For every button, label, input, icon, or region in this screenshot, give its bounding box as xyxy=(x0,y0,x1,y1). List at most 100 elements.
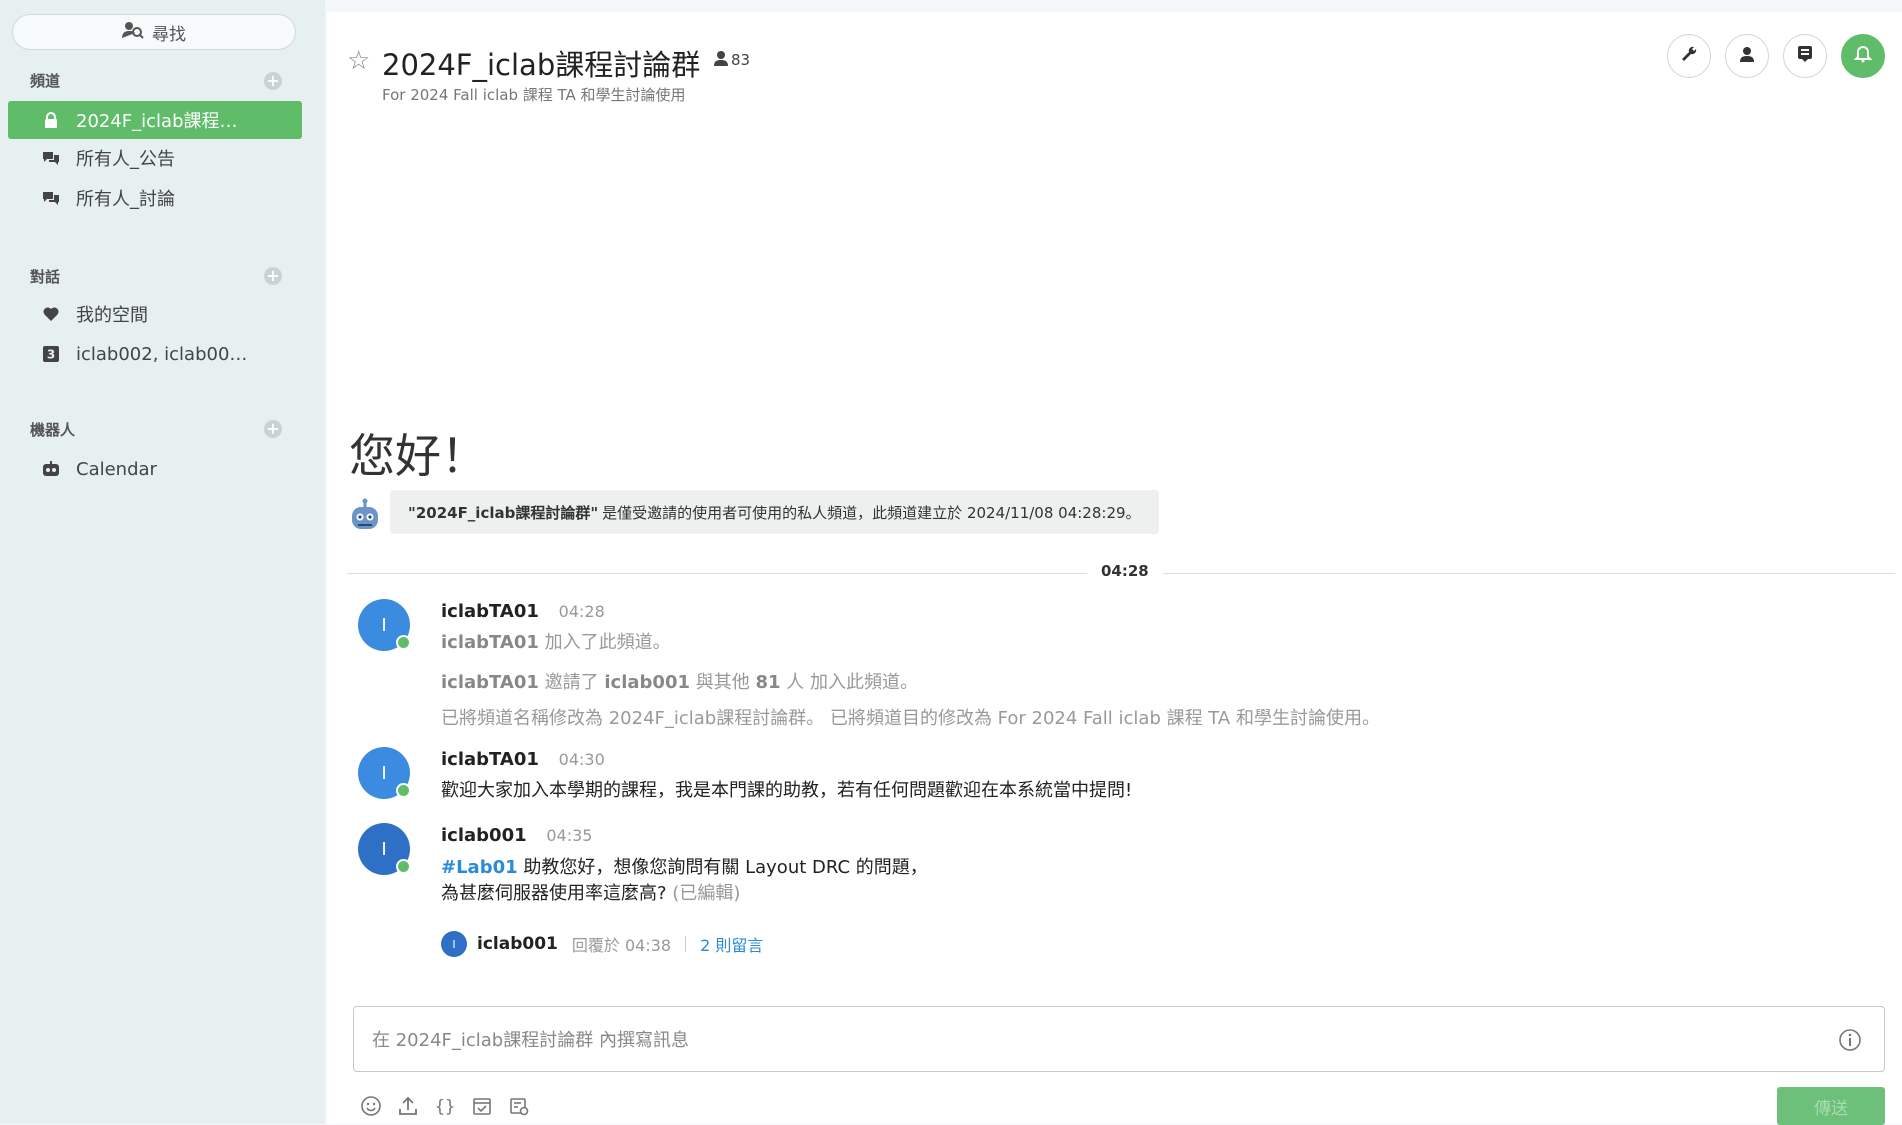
intro-text: 是僅受邀請的使用者可使用的私人頻道，此頻道建立於 2024/11/08 04:2… xyxy=(602,503,1141,522)
sidebar-item-group-conversation[interactable]: 3 iclab002, iclab00… xyxy=(8,335,302,373)
send-button[interactable]: 傳送 xyxy=(1777,1087,1885,1125)
reply-avatar: I xyxy=(441,931,467,957)
section-title-conversations: 對話 xyxy=(30,268,61,286)
online-status-dot xyxy=(396,635,411,650)
avatar[interactable]: I xyxy=(358,747,411,799)
hashtag-link[interactable]: #Lab01 xyxy=(441,857,518,878)
reply-count-link[interactable]: 2 則留言 xyxy=(700,932,763,956)
chat-icon xyxy=(42,149,60,167)
section-title-bots: 機器人 xyxy=(30,421,76,439)
system-text: 與其他 xyxy=(695,672,750,693)
message-username[interactable]: iclabTA01 xyxy=(441,749,539,770)
welcome-heading: 您好！ xyxy=(349,429,487,483)
svg-text:3: 3 xyxy=(47,348,55,362)
chat-panel: ☆ 2024F_iclab課程討論群 83 For 2024 Fall icla… xyxy=(327,12,1902,1125)
system-message: iclabTA01 邀請了 iclab001 與其他 81 人 加入此頻道。 xyxy=(441,668,918,694)
sidebar-item-channel-iclab[interactable]: 2024F_iclab課程… xyxy=(8,101,302,139)
message-input[interactable] xyxy=(370,1007,1814,1073)
edited-label: (已編輯) xyxy=(672,883,741,904)
upload-icon[interactable] xyxy=(396,1094,420,1118)
message-username[interactable]: iclab001 xyxy=(441,825,527,846)
pinned-button[interactable] xyxy=(1783,34,1827,78)
vote-icon[interactable] xyxy=(507,1094,531,1118)
wrench-icon xyxy=(1680,45,1698,67)
message-header: iclabTA01 04:30 xyxy=(441,749,605,770)
settings-wrench-button[interactable] xyxy=(1667,34,1711,78)
channel-intro-message: "2024F_iclab課程討論群" 是僅受邀請的使用者可使用的私人頻道，此頻道… xyxy=(390,490,1159,534)
add-channel-button[interactable]: + xyxy=(264,72,282,90)
system-text: 人 加入此頻道。 xyxy=(786,672,918,693)
avatar-initial: I xyxy=(381,838,387,860)
system-text: 加入了此頻道。 xyxy=(544,632,671,653)
sidebar-item-calendar-bot[interactable]: Calendar xyxy=(8,450,302,488)
info-icon[interactable] xyxy=(1838,1028,1862,1056)
sidebar-item-label: 所有人_公告 xyxy=(76,149,175,170)
member-count-value: 83 xyxy=(731,51,751,69)
avatar-initial: I xyxy=(381,762,387,784)
bell-icon xyxy=(1853,45,1873,67)
pin-note-icon xyxy=(1797,45,1813,67)
search-button[interactable]: 尋找 xyxy=(12,14,296,50)
section-title-channels: 頻道 xyxy=(30,72,61,90)
message-body: 歡迎大家加入本學期的課程，我是本門課的助教，若有任何問題歡迎在本系統當中提問! xyxy=(441,780,1133,801)
system-text: 邀請了 xyxy=(544,672,599,693)
add-bot-button[interactable]: + xyxy=(264,420,282,438)
add-conversation-button[interactable]: + xyxy=(264,267,282,285)
system-message: 已將頻道名稱修改為 2024F_iclab課程討論群。 已將頻道目的修改為 Fo… xyxy=(441,704,1380,730)
online-status-dot xyxy=(396,783,411,798)
divider-time: 04:28 xyxy=(1087,562,1163,580)
system-count: 81 xyxy=(755,672,781,693)
system-message: iclabTA01 加入了此頻道。 xyxy=(441,628,671,654)
sidebar-item-channel-announcements[interactable]: 所有人_公告 xyxy=(8,139,302,177)
composer-toolbar: {} xyxy=(359,1094,531,1118)
search-user-icon xyxy=(122,20,144,45)
thread-reply-row[interactable]: I iclab001 回覆於 04:38 2 則留言 xyxy=(441,931,763,957)
message-username[interactable]: iclabTA01 xyxy=(441,601,539,622)
message-body: 為甚麼伺服器使用率這麼高? (已編輯) xyxy=(441,879,740,905)
sidebar-item-channel-discussion[interactable]: 所有人_討論 xyxy=(8,179,302,217)
message-composer xyxy=(353,1006,1885,1073)
message-header: iclab001 04:35 xyxy=(441,825,592,846)
intro-channel-name: "2024F_iclab課程討論群" xyxy=(408,503,599,522)
avatar[interactable]: I xyxy=(358,823,411,875)
system-user[interactable]: iclabTA01 xyxy=(441,672,539,693)
online-status-dot xyxy=(396,859,411,874)
sidebar-item-label: 2024F_iclab課程… xyxy=(76,111,238,132)
message-body: #Lab01 助教您好，想像您詢問有關 Layout DRC 的問題， xyxy=(441,853,928,879)
system-user[interactable]: iclab001 xyxy=(604,672,690,693)
member-icon xyxy=(713,50,729,70)
sidebar-item-my-space[interactable]: 我的空間 xyxy=(8,295,302,333)
group-count-icon: 3 xyxy=(42,345,60,363)
avatar[interactable]: I xyxy=(358,599,411,651)
reply-separator xyxy=(685,936,687,952)
message-time: 04:30 xyxy=(558,750,605,769)
channel-description: For 2024 Fall iclab 課程 TA 和學生討論使用 xyxy=(382,86,686,104)
heart-icon xyxy=(42,305,60,323)
reply-username: iclab001 xyxy=(477,934,558,954)
message-header: iclabTA01 04:28 xyxy=(441,601,605,622)
calendar-icon[interactable] xyxy=(470,1094,494,1118)
message-text: 為甚麼伺服器使用率這麼高? xyxy=(441,883,667,904)
user-icon xyxy=(1739,46,1755,66)
bot-icon xyxy=(42,460,60,478)
lock-icon xyxy=(42,111,60,129)
emoji-icon[interactable] xyxy=(359,1094,383,1118)
sidebar-item-label: 所有人_討論 xyxy=(76,189,175,210)
system-user[interactable]: iclabTA01 xyxy=(441,632,539,653)
sidebar: 尋找 頻道 + 2024F_iclab課程… 所有人_公告 所有人_討論 對話 … xyxy=(0,0,325,1124)
notification-button[interactable] xyxy=(1841,34,1885,78)
bot-avatar-icon xyxy=(347,498,383,534)
system-text: 已將頻道名稱修改為 2024F_iclab課程討論群。 已將頻道目的修改為 Fo… xyxy=(441,708,1380,729)
code-icon[interactable]: {} xyxy=(433,1094,457,1118)
sidebar-item-label: Calendar xyxy=(76,458,157,480)
chat-icon xyxy=(42,189,60,207)
member-count[interactable]: 83 xyxy=(713,50,750,70)
reply-time: 回覆於 04:38 xyxy=(571,936,672,955)
svg-text:{}: {} xyxy=(435,1097,455,1117)
avatar-initial: I xyxy=(381,614,387,636)
message-time: 04:35 xyxy=(546,826,593,845)
sidebar-item-label: iclab002, iclab00… xyxy=(76,343,248,365)
sidebar-item-label: 我的空間 xyxy=(76,305,148,326)
favorite-star-icon[interactable]: ☆ xyxy=(347,46,370,76)
members-button[interactable] xyxy=(1725,34,1769,78)
